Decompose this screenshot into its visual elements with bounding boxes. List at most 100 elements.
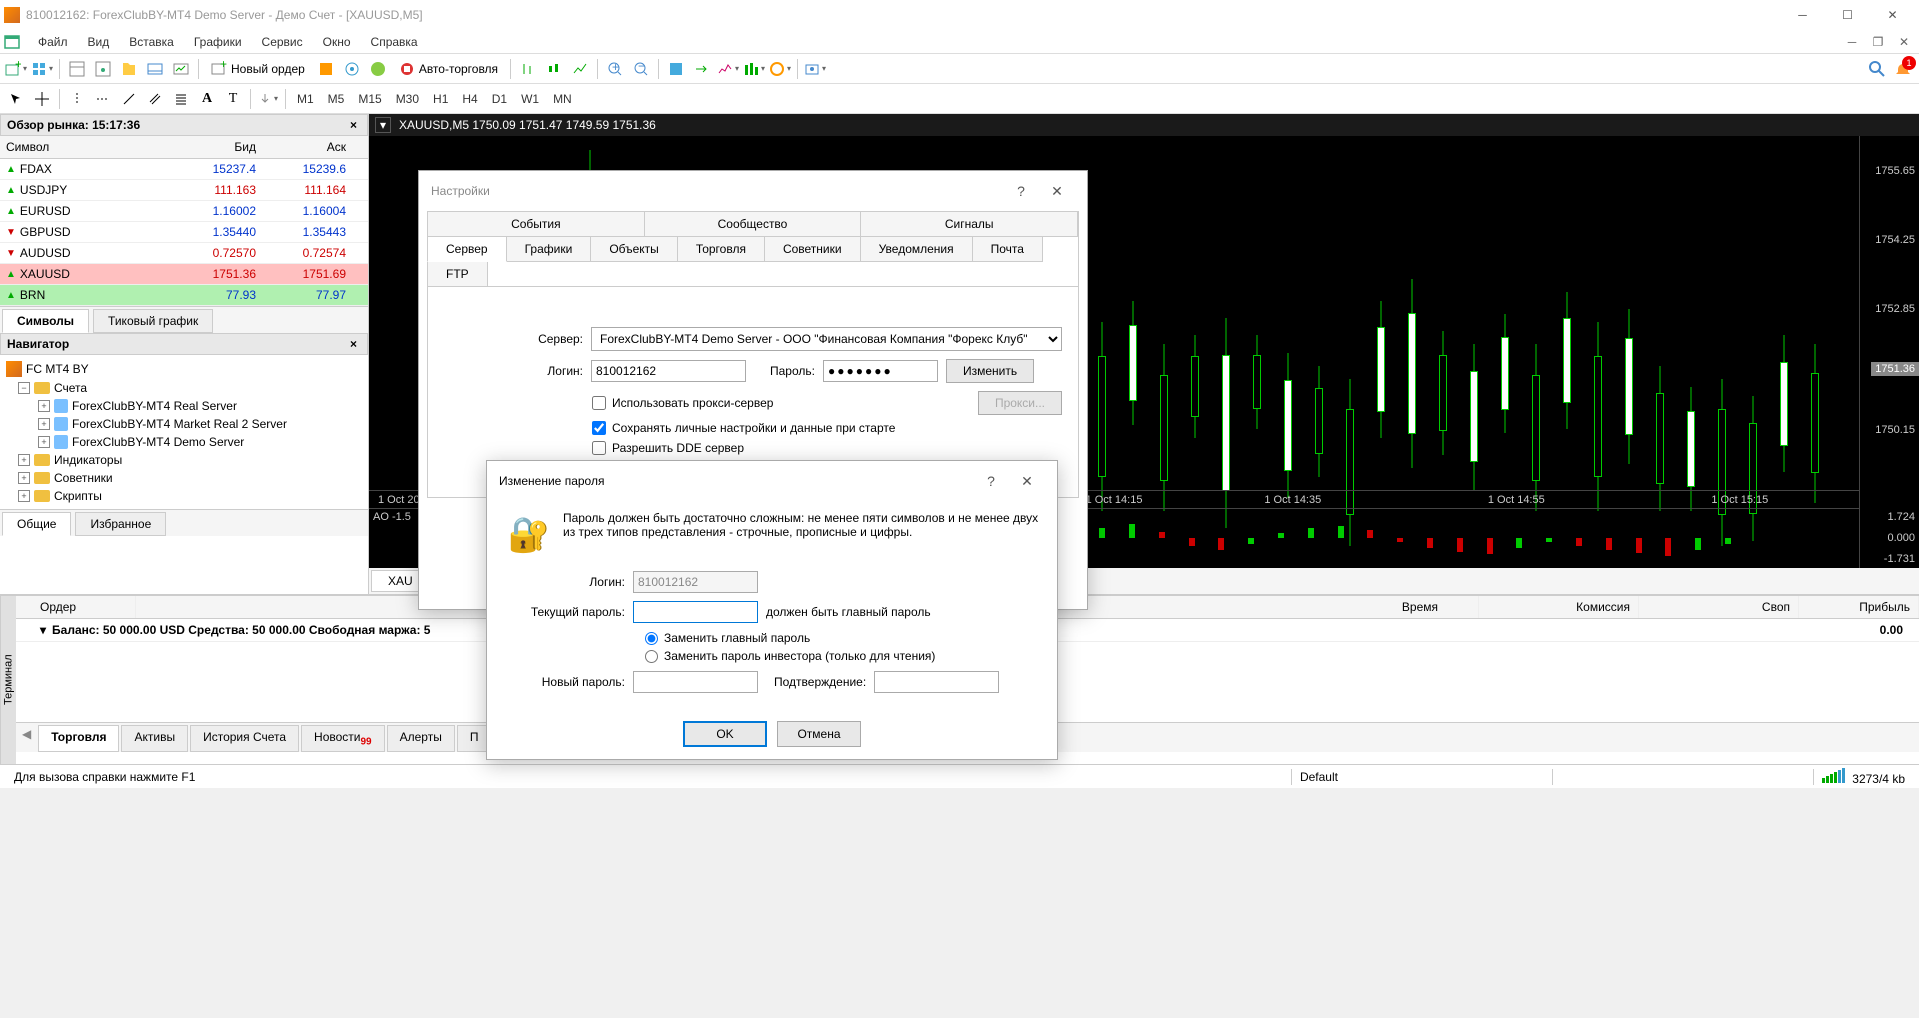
- text-label-button[interactable]: T: [221, 87, 245, 111]
- server-item[interactable]: +ForexClubBY-MT4 Demo Server: [2, 433, 366, 451]
- trendline-button[interactable]: [117, 87, 141, 111]
- tab-trade[interactable]: Торговля: [677, 236, 765, 262]
- symbol-row-AUDUSD[interactable]: ▼AUDUSD 0.72570 0.72574: [0, 243, 368, 264]
- symbol-row-GBPUSD[interactable]: ▼GBPUSD 1.35440 1.35443: [0, 222, 368, 243]
- tab-charts[interactable]: Графики: [506, 236, 592, 262]
- expand-icon[interactable]: +: [18, 472, 30, 484]
- zoom-out-button[interactable]: −: [629, 57, 653, 81]
- terminal-tab-3[interactable]: Новости99: [301, 725, 385, 752]
- col-order[interactable]: Ордер: [16, 596, 136, 618]
- text-button[interactable]: A: [195, 87, 219, 111]
- new-chart-button[interactable]: +▾: [4, 57, 28, 81]
- menu-Сервис[interactable]: Сервис: [252, 32, 313, 52]
- market-button[interactable]: [366, 57, 390, 81]
- templates-button[interactable]: ▾: [768, 57, 792, 81]
- col-swap[interactable]: Своп: [1639, 596, 1799, 618]
- maximize-button[interactable]: ☐: [1825, 0, 1870, 30]
- horizontal-line-button[interactable]: [91, 87, 115, 111]
- replace-investor-radio[interactable]: [645, 650, 658, 663]
- ok-button[interactable]: OK: [683, 721, 767, 747]
- signals-button[interactable]: [340, 57, 364, 81]
- proxy-button[interactable]: Прокси...: [978, 391, 1062, 415]
- menu-Вставка[interactable]: Вставка: [119, 32, 184, 52]
- settings-title-bar[interactable]: Настройки ? ✕: [419, 171, 1087, 211]
- equidistant-channel-button[interactable]: [143, 87, 167, 111]
- tree-folder-Скрипты[interactable]: +Скрипты: [2, 487, 366, 505]
- replace-master-radio[interactable]: [645, 632, 658, 645]
- col-ask[interactable]: Аск: [262, 136, 352, 158]
- new-order-button[interactable]: +Новый ордер: [204, 57, 312, 81]
- auto-scroll-button[interactable]: [664, 57, 688, 81]
- indicators-button[interactable]: ▾: [716, 57, 740, 81]
- navigator-toggle[interactable]: [117, 57, 141, 81]
- col-profit[interactable]: Прибыль: [1799, 596, 1919, 618]
- timeframe-W1[interactable]: W1: [515, 89, 545, 109]
- timeframe-M1[interactable]: M1: [291, 89, 320, 109]
- new-window-icon[interactable]: [4, 33, 22, 51]
- menu-Вид[interactable]: Вид: [78, 32, 120, 52]
- symbol-row-USDJPY[interactable]: ▲USDJPY 111.163 111.164: [0, 180, 368, 201]
- screenshot-button[interactable]: ▾: [803, 57, 827, 81]
- login-input[interactable]: [591, 360, 746, 382]
- pwd-title-bar[interactable]: Изменение пароля ? ✕: [487, 461, 1057, 501]
- terminal-tab-4[interactable]: Алерты: [387, 725, 455, 752]
- expand-icon[interactable]: +: [38, 418, 50, 430]
- status-profile[interactable]: Default: [1292, 770, 1552, 784]
- navigator-close-icon[interactable]: ×: [346, 337, 361, 351]
- tab-favorites[interactable]: Избранное: [75, 512, 166, 536]
- help-button[interactable]: ?: [973, 469, 1009, 493]
- notifications-button[interactable]: 1: [1891, 57, 1915, 81]
- server-item[interactable]: +ForexClubBY-MT4 Market Real 2 Server: [2, 415, 366, 433]
- tab-symbols[interactable]: Символы: [2, 309, 89, 333]
- tab-common[interactable]: Общие: [2, 512, 71, 536]
- collapse-icon[interactable]: −: [18, 382, 30, 394]
- menu-Справка[interactable]: Справка: [361, 32, 428, 52]
- profiles-button[interactable]: ▾: [30, 57, 54, 81]
- timeframe-M15[interactable]: M15: [352, 89, 387, 109]
- line-chart-button[interactable]: [568, 57, 592, 81]
- timeframe-H4[interactable]: H4: [456, 89, 483, 109]
- menu-Графики[interactable]: Графики: [184, 32, 252, 52]
- tree-root[interactable]: FC MT4 BY: [2, 359, 366, 379]
- close-button[interactable]: ✕: [1870, 0, 1915, 30]
- autotrading-button[interactable]: Авто-торговля: [392, 57, 505, 81]
- pwd-new-input[interactable]: [633, 671, 758, 693]
- fibonacci-button[interactable]: [169, 87, 193, 111]
- tree-folder-Индикаторы[interactable]: +Индикаторы: [2, 451, 366, 469]
- tab-objects[interactable]: Объекты: [590, 236, 678, 262]
- dde-checkbox[interactable]: [592, 441, 606, 455]
- symbol-row-BRN[interactable]: ▲BRN 77.93 77.97: [0, 285, 368, 306]
- terminal-tab-2[interactable]: История Счета: [190, 725, 299, 752]
- minimize-button[interactable]: ─: [1780, 0, 1825, 30]
- timeframe-H1[interactable]: H1: [427, 89, 454, 109]
- save-settings-checkbox[interactable]: [592, 421, 606, 435]
- symbol-row-FDAX[interactable]: ▲FDAX 15237.4 15239.6: [0, 159, 368, 180]
- server-item[interactable]: +ForexClubBY-MT4 Real Server: [2, 397, 366, 415]
- mdi-restore-button[interactable]: ❐: [1867, 31, 1889, 53]
- menu-Файл[interactable]: Файл: [28, 32, 78, 52]
- tab-ftp[interactable]: FTP: [427, 261, 488, 287]
- password-input[interactable]: [823, 360, 938, 382]
- pwd-confirm-input[interactable]: [874, 671, 999, 693]
- expand-icon[interactable]: +: [38, 436, 50, 448]
- timeframe-D1[interactable]: D1: [486, 89, 513, 109]
- timeframe-MN[interactable]: MN: [547, 89, 578, 109]
- strategy-tester-toggle[interactable]: [169, 57, 193, 81]
- tree-folder-Советники[interactable]: +Советники: [2, 469, 366, 487]
- col-symbol[interactable]: Символ: [0, 136, 172, 158]
- pwd-current-input[interactable]: [633, 601, 758, 623]
- candle-chart-button[interactable]: [542, 57, 566, 81]
- crosshair-button[interactable]: [30, 87, 54, 111]
- tab-signals[interactable]: Сигналы: [860, 211, 1078, 237]
- tab-experts[interactable]: Советники: [764, 236, 861, 262]
- col-bid[interactable]: Бид: [172, 136, 262, 158]
- timeframe-M5[interactable]: M5: [322, 89, 351, 109]
- tab-server[interactable]: Сервер: [427, 236, 507, 262]
- timeframe-M30[interactable]: M30: [390, 89, 425, 109]
- symbol-row-EURUSD[interactable]: ▲EURUSD 1.16002 1.16004: [0, 201, 368, 222]
- data-window-toggle[interactable]: [91, 57, 115, 81]
- tab-email[interactable]: Почта: [972, 236, 1043, 262]
- tab-notifications[interactable]: Уведомления: [860, 236, 973, 262]
- periodicity-button[interactable]: ▾: [742, 57, 766, 81]
- terminal-tab-0[interactable]: Торговля: [38, 725, 119, 752]
